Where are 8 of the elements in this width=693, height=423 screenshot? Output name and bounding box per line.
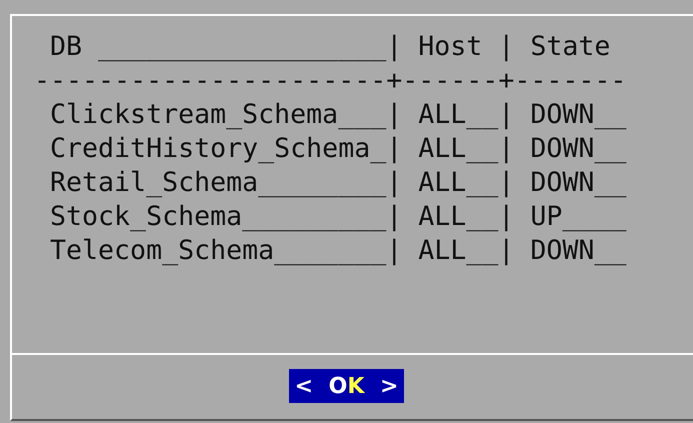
table-row: Telecom_Schema_______| ALL__| DOWN__	[50, 234, 626, 268]
table-row: Retail_Schema________| ALL__| DOWN__	[50, 166, 626, 200]
table-row: Clickstream_Schema___| ALL__| DOWN__	[50, 98, 626, 132]
table-divider: ----------------------+------+-------	[34, 64, 626, 98]
table-row: CreditHistory_Schema_| ALL__| DOWN__	[50, 132, 626, 166]
table-row: Stock_Schema_________| ALL__| UP____	[50, 200, 626, 234]
ok-button[interactable]: < OK >	[288, 369, 404, 403]
table-header: DB __________________| Host | State	[50, 30, 610, 64]
